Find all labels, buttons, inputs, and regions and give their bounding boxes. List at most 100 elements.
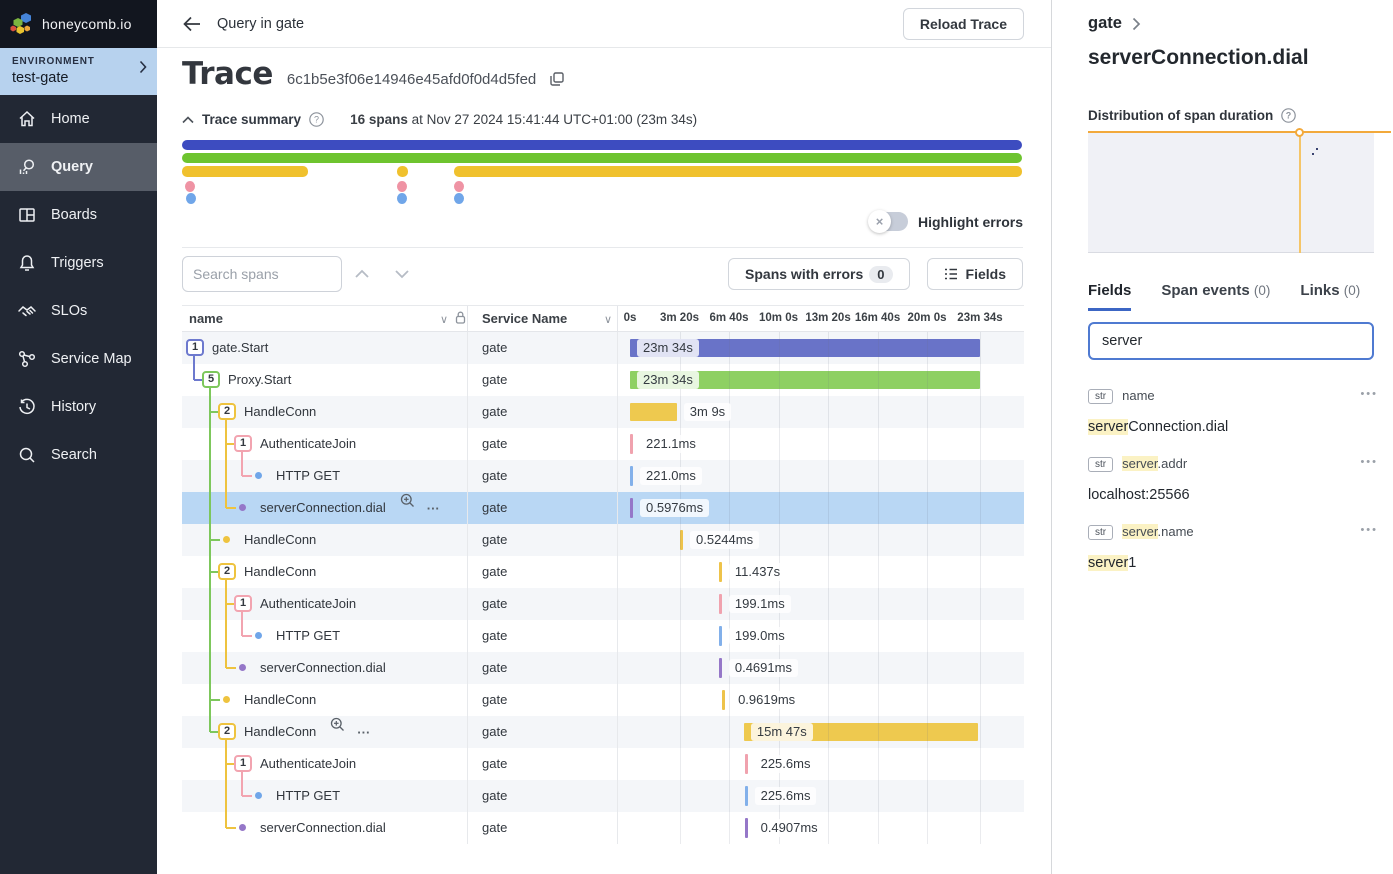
fields-button[interactable]: Fields	[927, 258, 1023, 290]
trace-summary-label[interactable]: Trace summary	[202, 112, 301, 127]
sidebar-item-triggers[interactable]: Triggers	[0, 239, 157, 287]
more-options-icon[interactable]: •••	[1360, 388, 1378, 400]
help-icon[interactable]: ?	[1281, 108, 1296, 123]
spans-with-errors-button[interactable]: Spans with errors0	[728, 258, 910, 290]
duration-label: 225.6ms	[755, 755, 817, 773]
span-service-name: gate	[482, 396, 507, 428]
duration-bar	[719, 626, 722, 646]
table-row[interactable]: HTTP GET gate 199.0ms	[182, 620, 1024, 652]
reload-trace-button[interactable]: Reload Trace	[903, 8, 1024, 40]
table-row[interactable]: HTTP GETgate225.6ms	[182, 780, 1024, 812]
span-name: HTTP GET	[276, 780, 340, 812]
span-count-badge: 1	[186, 339, 204, 356]
sidebar-item-history[interactable]: History	[0, 383, 157, 431]
tab-fields[interactable]: Fields	[1088, 282, 1131, 311]
column-header-service[interactable]: Service Name	[482, 311, 567, 326]
more-options-icon[interactable]: ···	[427, 493, 440, 525]
environment-switcher[interactable]: ENVIRONMENT test-gate	[0, 48, 157, 95]
highlight-errors-label: Highlight errors	[918, 214, 1023, 230]
minimap-span-bar	[454, 166, 1022, 177]
previous-match-button[interactable]	[342, 256, 382, 292]
more-options-icon[interactable]: ···	[357, 717, 370, 749]
table-row[interactable]: 2HandleConngate3m 9s	[182, 396, 1024, 428]
copy-icon[interactable]	[550, 72, 564, 86]
table-row[interactable]: 1AuthenticateJoingate221.1ms	[182, 428, 1024, 460]
trace-minimap[interactable]	[182, 138, 1022, 204]
table-row[interactable]: serverConnection.dial···gate0.5976ms	[182, 492, 1024, 524]
table-row[interactable]: 2HandleConn···gate15m 47s	[182, 716, 1024, 748]
distribution-marker-circle	[1295, 128, 1304, 137]
zoom-in-icon[interactable]	[400, 493, 415, 525]
environment-name: test-gate	[12, 70, 147, 86]
tree-line-stub	[242, 475, 252, 477]
field-type-badge: str	[1088, 389, 1113, 404]
boards-icon	[17, 205, 37, 225]
span-name: serverConnection.dial	[260, 652, 386, 684]
tab-links[interactable]: Links (0)	[1300, 282, 1360, 311]
sidebar-item-slos[interactable]: SLOs	[0, 287, 157, 335]
field-search-input[interactable]	[1088, 322, 1374, 360]
breadcrumb-service[interactable]: gate	[1088, 14, 1122, 33]
sidebar-item-boards[interactable]: Boards	[0, 191, 157, 239]
span-name: HTTP GET	[276, 620, 340, 652]
duration-distribution-chart[interactable]	[1088, 131, 1374, 253]
table-row[interactable]: 1gate.Startgate23m 34s	[182, 332, 1024, 364]
tab-span-events[interactable]: Span events (0)	[1161, 282, 1270, 311]
search-spans-input[interactable]	[182, 256, 342, 292]
duration-bar	[722, 690, 725, 710]
chevron-up-icon[interactable]	[182, 116, 194, 124]
time-tick: 20m 0s	[908, 312, 947, 324]
sidebar-item-search[interactable]: Search	[0, 431, 157, 479]
next-match-button[interactable]	[382, 256, 422, 292]
svg-text:?: ?	[314, 115, 319, 125]
help-icon[interactable]: ?	[309, 112, 324, 127]
duration-bar	[719, 594, 722, 614]
time-tick: 6m 40s	[709, 312, 748, 324]
honeycomb-logo[interactable]: honeycomb.io	[0, 0, 157, 48]
span-name: HTTP GET	[276, 460, 340, 492]
row-hover-icons: ···	[400, 493, 440, 525]
time-axis: 0s3m 20s6m 40s10m 0s13m 20s16m 40s20m 0s…	[617, 306, 1024, 333]
span-service-name: gate	[482, 492, 507, 524]
duration-label: 0.9619ms	[732, 691, 801, 709]
duration-label: 199.0ms	[729, 627, 791, 645]
duration-label: 221.0ms	[640, 467, 702, 485]
more-options-icon[interactable]: •••	[1360, 456, 1378, 468]
table-row[interactable]: 1AuthenticateJoingate225.6ms	[182, 748, 1024, 780]
column-separator	[617, 332, 618, 844]
table-row[interactable]: 5Proxy.Startgate23m 34s	[182, 364, 1024, 396]
more-options-icon[interactable]: •••	[1360, 524, 1378, 536]
sort-chevron-icon[interactable]: ∨	[440, 313, 448, 326]
highlight-errors-toggle[interactable]: ×	[870, 212, 908, 231]
table-row[interactable]: 2HandleConngate11.437s	[182, 556, 1024, 588]
span-service-name: gate	[482, 556, 507, 588]
column-header-name[interactable]: name	[189, 311, 223, 326]
table-row[interactable]: HandleConngate0.5244ms	[182, 524, 1024, 556]
span-service-name: gate	[482, 620, 507, 652]
sidebar-item-home[interactable]: Home	[0, 95, 157, 143]
query-icon	[17, 157, 37, 177]
span-service-name: gate	[482, 652, 507, 684]
minimap-span-dot	[454, 193, 464, 204]
duration-label: 0.5244ms	[690, 531, 759, 549]
back-arrow-icon[interactable]	[183, 16, 201, 32]
sidebar-item-service-map[interactable]: Service Map	[0, 335, 157, 383]
span-dot	[255, 472, 262, 479]
search-icon	[17, 445, 37, 465]
sort-chevron-icon[interactable]: ∨	[604, 313, 612, 326]
table-row[interactable]: serverConnection.dialgate0.4907ms	[182, 812, 1024, 844]
table-row[interactable]: HTTP GETgate221.0ms	[182, 460, 1024, 492]
duration-label: 23m 34s	[637, 339, 699, 357]
table-row[interactable]: 1AuthenticateJoingate199.1ms	[182, 588, 1024, 620]
table-row[interactable]: serverConnection.dialgate0.4691ms	[182, 652, 1024, 684]
span-name: AuthenticateJoin	[260, 748, 356, 780]
tree-line-stub	[242, 795, 252, 797]
field-key: strserver.name	[1088, 524, 1378, 550]
zoom-in-icon[interactable]	[330, 717, 345, 749]
duration-bar	[630, 403, 677, 421]
sidebar-item-query[interactable]: Query	[0, 143, 157, 191]
sidebar-item-label: History	[51, 399, 96, 415]
span-table-body: 1gate.Startgate23m 34s5Proxy.Startgate23…	[182, 332, 1024, 844]
environment-label: ENVIRONMENT	[12, 56, 147, 67]
table-row[interactable]: HandleConngate0.9619ms	[182, 684, 1024, 716]
